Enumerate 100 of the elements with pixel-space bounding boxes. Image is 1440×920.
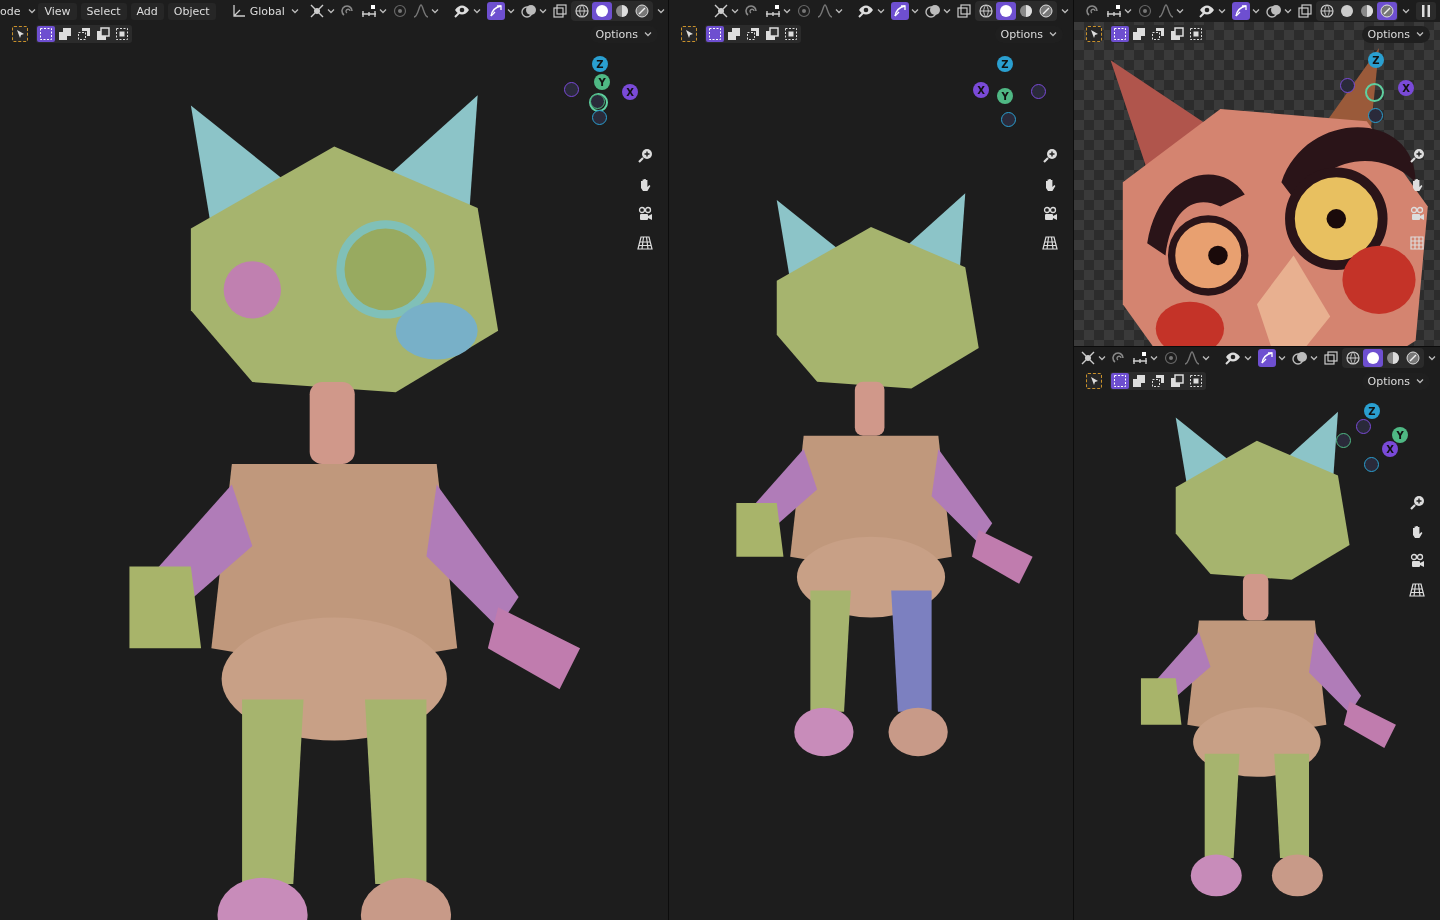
menu-button[interactable]: Select [80, 2, 127, 20]
falloff-curve-button[interactable] [1156, 3, 1186, 19]
overlay-button[interactable] [1290, 350, 1320, 366]
shading-mode-button[interactable] [996, 2, 1016, 20]
selection-mode-button[interactable] [1130, 373, 1148, 389]
selection-mode-button[interactable] [1149, 373, 1167, 389]
cursor-icon [1089, 29, 1099, 39]
selection-mode-button[interactable] [1187, 26, 1205, 42]
negative-axis-handle[interactable] [1336, 433, 1351, 448]
xray-toggle-button[interactable] [955, 3, 973, 19]
selection-mode-button[interactable] [37, 26, 55, 42]
xray-toggle-button[interactable] [1322, 350, 1340, 366]
axis-handle[interactable]: Z [1368, 52, 1384, 68]
overlay-button[interactable] [923, 3, 953, 19]
selection-mode-icon [1151, 374, 1165, 388]
selection-mode-button[interactable] [706, 26, 724, 42]
pause-render-button[interactable] [1416, 2, 1436, 20]
gizmo-toggle-button[interactable] [484, 1, 517, 21]
falloff-curve-button[interactable] [815, 3, 845, 19]
caret-icon [1310, 355, 1318, 361]
shading-mode-button[interactable] [1403, 349, 1423, 367]
gizmo-toggle-button[interactable] [1230, 1, 1262, 21]
selection-mode-button[interactable] [725, 26, 743, 42]
negative-axis-handle[interactable] [1356, 419, 1371, 434]
menu-button[interactable]: Add [130, 2, 164, 20]
selection-mode-button[interactable] [1130, 26, 1148, 42]
selection-mode-button[interactable] [744, 26, 762, 42]
proportional-editing-button[interactable] [1136, 3, 1154, 19]
selection-mode-icon [1132, 27, 1146, 41]
selection-mode-button[interactable] [113, 26, 131, 42]
sphere-icon [1019, 4, 1033, 18]
gizmo-toggle-button[interactable] [1256, 348, 1288, 368]
select-tool-button[interactable] [1086, 373, 1102, 389]
axis-handle[interactable]: Y [997, 88, 1013, 104]
gizmo-toggle-button[interactable] [889, 1, 921, 21]
selection-mode-icon [746, 27, 760, 41]
negative-axis-handle[interactable] [1364, 457, 1379, 472]
menu-button[interactable]: ode [0, 2, 23, 20]
negative-axis-handle[interactable] [1340, 78, 1355, 93]
snap-increment-button[interactable] [1130, 350, 1160, 366]
snap-increment-button[interactable] [1104, 3, 1134, 19]
sphere-icon [979, 4, 993, 18]
selection-mode-button[interactable] [75, 26, 93, 42]
shading-mode-button[interactable] [976, 2, 996, 20]
menu-button[interactable]: View [38, 2, 77, 20]
negative-axis-handle[interactable] [1031, 84, 1046, 99]
axis-handle[interactable]: Z [1364, 403, 1380, 419]
snap-increment-button[interactable] [763, 3, 793, 19]
negative-axis-handle[interactable] [564, 82, 579, 97]
caret-icon [1049, 31, 1057, 37]
pivot-icon [1080, 351, 1096, 365]
sphere-icon [1340, 4, 1354, 18]
proportional-editing-button[interactable] [1162, 350, 1180, 366]
sphere-icon [1320, 4, 1334, 18]
transform-orientation-dropdown[interactable]: Global [231, 4, 299, 18]
selection-mode-button[interactable] [1149, 26, 1167, 42]
grid-icon[interactable] [634, 233, 656, 253]
sphere-icon [1380, 4, 1394, 18]
shading-mode-button[interactable] [1036, 2, 1056, 20]
overlay-button[interactable] [1264, 3, 1294, 19]
gizmo-icon [486, 2, 505, 20]
menu-button[interactable]: Object [167, 2, 216, 20]
selection-mode-button[interactable] [763, 26, 781, 42]
xray-toggle-button[interactable] [1296, 3, 1314, 19]
selection-mode-button[interactable] [782, 26, 800, 42]
axis-handle[interactable]: Y [1392, 427, 1408, 443]
sphere-icon [1039, 4, 1053, 18]
options-dropdown[interactable]: Options [1361, 25, 1430, 43]
xray-toggle-button[interactable] [550, 3, 569, 19]
shading-mode-button[interactable] [1343, 349, 1363, 367]
selection-mode-button[interactable] [1168, 26, 1186, 42]
selection-mode-button[interactable] [1111, 373, 1129, 389]
sphere-icon [1346, 351, 1360, 365]
grid-icon[interactable] [1406, 580, 1428, 600]
caret-icon [877, 8, 885, 14]
negative-axis-handle[interactable] [1001, 112, 1016, 127]
negative-axis-handle[interactable] [592, 110, 607, 125]
caret-icon [1244, 355, 1252, 361]
proportional-editing-button[interactable] [795, 3, 813, 19]
select-tool-button[interactable] [12, 26, 28, 42]
overlay-button[interactable] [518, 3, 549, 19]
selection-mode-button[interactable] [56, 26, 74, 42]
axis-handle[interactable]: Z [997, 56, 1013, 72]
caret-icon [506, 8, 515, 14]
shading-mode-button[interactable] [591, 2, 612, 20]
eye-icon [1198, 4, 1216, 18]
axis-handle[interactable]: Z [592, 56, 608, 72]
sphere-icon [594, 4, 609, 18]
negative-axis-handle[interactable] [590, 94, 605, 109]
selection-mode-button[interactable] [1187, 373, 1205, 389]
select-tool-button[interactable] [1086, 26, 1102, 42]
selection-mode-button[interactable] [94, 26, 112, 42]
select-tool-button[interactable] [681, 26, 697, 42]
shading-mode-button[interactable] [1317, 2, 1337, 20]
selection-mode-button[interactable] [1111, 26, 1129, 42]
grid-icon[interactable] [1039, 233, 1061, 253]
selection-mode-button[interactable] [1168, 373, 1186, 389]
axis-handle[interactable]: Y [594, 74, 610, 90]
falloff-curve-button[interactable] [1182, 350, 1212, 366]
shading-mode-button[interactable] [1363, 349, 1383, 367]
